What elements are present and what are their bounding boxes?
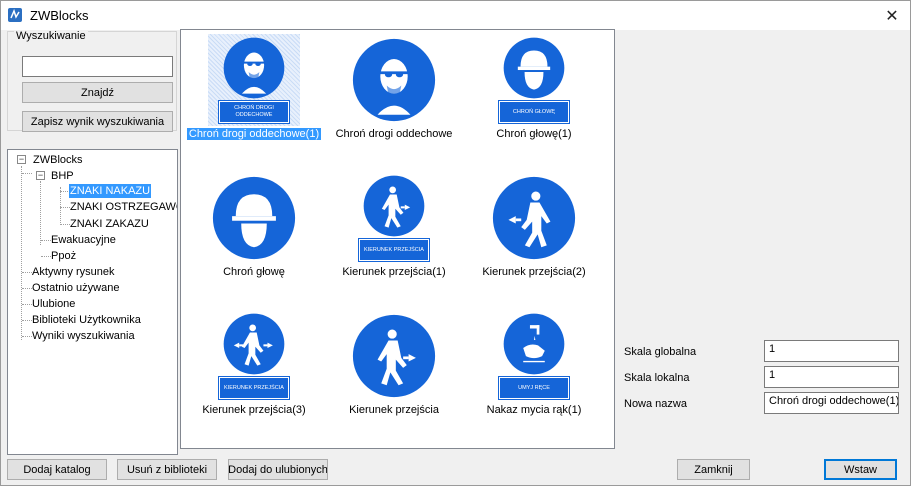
search-input[interactable] — [22, 56, 173, 77]
local-scale-input[interactable]: 1 — [764, 366, 899, 388]
respirator-mask-sign-icon: CHROŃ DROGI ODDECHOWE — [208, 34, 300, 126]
search-group-label: Wyszukiwanie — [14, 30, 88, 42]
tree-node-ppoz[interactable]: Ppoż — [51, 249, 76, 263]
tree-node-ulubione[interactable]: Ulubione — [32, 297, 75, 311]
add-catalog-button[interactable]: Dodaj katalog — [7, 459, 107, 480]
zwcad-app-icon — [8, 8, 22, 22]
remove-from-library-button[interactable]: Usuń z biblioteki — [117, 459, 217, 480]
walking-person-both-ways-sign-icon: KIERUNEK PRZEJŚCIA — [208, 310, 300, 402]
library-tree: − ZWBlocks − BHP ZNAKI NAKAZU ZNAKI OSTR… — [7, 149, 178, 455]
collapse-toggle-icon[interactable]: − — [17, 155, 26, 164]
save-search-results-button[interactable]: Zapisz wynik wyszukiwania — [22, 111, 173, 132]
walking-person-left-sign-icon — [488, 172, 580, 264]
tree-node-wyniki-wyszukiwania[interactable]: Wyniki wyszukiwania — [32, 329, 135, 343]
close-icon[interactable]: ✕ — [880, 5, 904, 27]
insert-button[interactable]: Wstaw — [824, 459, 897, 480]
zwblocks-dialog: ZWBlocks ✕ Wyszukiwanie Znajdź Zapisz wy… — [0, 0, 911, 486]
tree-node-ostatnio-uzywane[interactable]: Ostatnio używane — [32, 281, 119, 295]
sign-label-plate: CHROŃ DROGI ODDECHOWE — [218, 100, 290, 124]
sign-label-plate: KIERUNEK PRZEJŚCIA — [218, 376, 290, 400]
sign-label-plate: CHROŃ GŁOWĘ — [498, 100, 570, 124]
global-scale-label: Skala globalna — [624, 346, 697, 358]
block-tile[interactable]: KIERUNEK PRZEJŚCIA Kierunek przejścia(1) — [324, 168, 464, 298]
safety-helmet-sign-icon: CHROŃ GŁOWĘ — [488, 34, 580, 126]
title-bar: ZWBlocks ✕ — [1, 1, 910, 30]
block-caption: Nakaz mycia rąk(1) — [486, 404, 582, 416]
block-caption: Chroń drogi oddechowe — [335, 128, 453, 140]
sign-label-plate: UMYJ RĘCE — [498, 376, 570, 400]
close-button[interactable]: Zamknij — [677, 459, 750, 480]
safety-helmet-sign-icon — [208, 172, 300, 264]
walking-person-right-sign-icon: KIERUNEK PRZEJŚCIA — [348, 172, 440, 264]
collapse-toggle-icon[interactable]: − — [36, 171, 45, 180]
tree-node-znaki-ostrzegawcze[interactable]: ZNAKI OSTRZEGAWCZ — [70, 200, 177, 214]
window-title: ZWBlocks — [30, 8, 89, 23]
block-caption: Kierunek przejścia(1) — [342, 266, 446, 278]
respirator-mask-sign-icon — [348, 34, 440, 126]
block-tile[interactable]: Kierunek przejścia — [324, 306, 464, 436]
new-name-input[interactable]: Chroń drogi oddechowe(1) — [764, 392, 899, 414]
new-name-label: Nowa nazwa — [624, 398, 687, 410]
tree-node-biblioteki-uzytkownika[interactable]: Biblioteki Użytkownika — [32, 313, 141, 327]
block-tile[interactable]: UMYJ RĘCE Nakaz mycia rąk(1) — [464, 306, 604, 436]
block-caption: Kierunek przejścia(3) — [202, 404, 306, 416]
add-to-favorites-button[interactable]: Dodaj do ulubionych — [228, 459, 328, 480]
block-caption: Chroń głowę(1) — [496, 128, 572, 140]
tree-node-bhp[interactable]: BHP — [51, 169, 74, 183]
find-button[interactable]: Znajdź — [22, 82, 173, 103]
sign-label-plate: KIERUNEK PRZEJŚCIA — [358, 238, 430, 262]
tree-node-znaki-nakazu[interactable]: ZNAKI NAKAZU — [69, 184, 152, 198]
tree-node-aktywny-rysunek[interactable]: Aktywny rysunek — [32, 265, 115, 279]
walking-person-right-sign-icon — [348, 310, 440, 402]
block-tile[interactable]: CHROŃ DROGI ODDECHOWE Chroń drogi oddecho… — [184, 30, 324, 160]
global-scale-input[interactable]: 1 — [764, 340, 899, 362]
tree-node-ewakuacyjne[interactable]: Ewakuacyjne — [51, 233, 116, 247]
block-tile[interactable]: CHROŃ GŁOWĘ Chroń głowę(1) — [464, 30, 604, 160]
block-tile[interactable]: KIERUNEK PRZEJŚCIA Kierunek przejścia(3) — [184, 306, 324, 436]
block-caption: Chroń głowę — [223, 266, 285, 278]
hand-washing-sign-icon: UMYJ RĘCE — [488, 310, 580, 402]
block-tile[interactable]: Kierunek przejścia(2) — [464, 168, 604, 298]
block-tile[interactable]: Chroń głowę — [184, 168, 324, 298]
block-caption: Kierunek przejścia(2) — [482, 266, 586, 278]
block-tile[interactable]: Chroń drogi oddechowe — [324, 30, 464, 160]
block-caption: Chroń drogi oddechowe(1) — [186, 128, 322, 140]
tree-node-zwblocks[interactable]: ZWBlocks — [33, 153, 83, 167]
block-preview-grid: CHROŃ DROGI ODDECHOWE Chroń drogi oddecho… — [180, 29, 615, 449]
block-caption: Kierunek przejścia — [349, 404, 439, 416]
tree-node-znaki-zakazu[interactable]: ZNAKI ZAKAZU — [70, 217, 149, 231]
local-scale-label: Skala lokalna — [624, 372, 690, 384]
